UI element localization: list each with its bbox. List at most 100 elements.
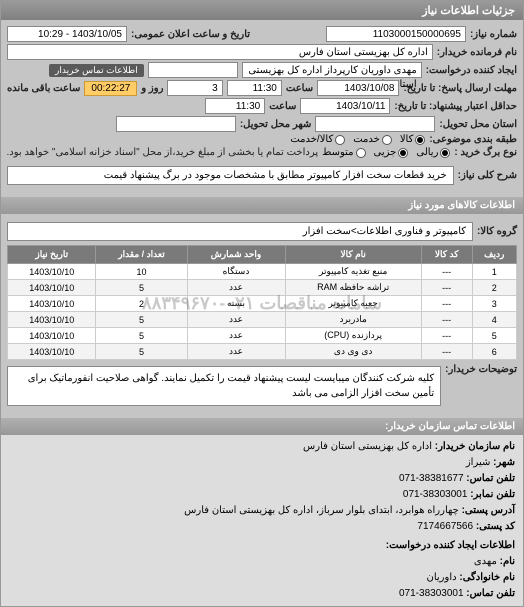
announce-label: تاریخ و ساعت اعلان عمومی:	[131, 29, 250, 40]
c-org-label: نام سازمان خریدار:	[435, 441, 515, 452]
table-cell: جعبه کامپیوتر	[285, 296, 421, 312]
table-row: 5---پردازنده (CPU)عدد51403/10/10	[8, 328, 517, 344]
purchase-note: پرداخت تمام یا بخشی از مبلغ خرید،از محل …	[7, 147, 319, 158]
purchase-type-label: نوع برگ خرید :	[454, 147, 517, 158]
time-remaining-label: ساعت باقی مانده	[7, 83, 80, 94]
pkg-radio-3[interactable]	[335, 135, 345, 145]
buyer-notes-label: توضیحات خریدار:	[445, 364, 517, 375]
table-cell: مادربرد	[285, 312, 421, 328]
pkg-radio-1[interactable]	[415, 135, 425, 145]
table-cell: 1403/10/10	[8, 344, 96, 360]
days-remaining-label: روز و	[141, 83, 163, 94]
validity-time: 11:30	[205, 98, 265, 114]
table-cell: 4	[472, 312, 517, 328]
packaging-radio-group: کالا خدمت کالا/خدمت	[290, 134, 425, 145]
time-label-2: ساعت	[269, 101, 296, 112]
description-value: خرید قطعات سخت افزار کامپیوتر مطابق با م…	[7, 166, 454, 185]
days-remaining: 3	[167, 80, 222, 96]
c-phone: 38381677-071	[399, 473, 464, 484]
goods-group-value: کامپیوتر و فناوری اطلاعات>سخت افزار	[7, 222, 473, 241]
c-fax-label: تلفن نمابر:	[470, 489, 515, 500]
validity-date: 1403/10/11	[300, 98, 390, 114]
table-cell: ---	[421, 312, 472, 328]
table-cell: دستگاه	[187, 264, 285, 280]
c-address: چهارراه هوابرد، ابتدای بلوار سرباز، ادار…	[184, 505, 459, 516]
pkg-radio-2[interactable]	[382, 135, 392, 145]
request-no-value: 1103000150000695	[326, 26, 466, 42]
table-cell: 10	[96, 264, 187, 280]
pkg-opt2: خدمت	[353, 134, 380, 145]
table-cell: عدد	[187, 344, 285, 360]
table-row: 2---تراشه حافظه RAMعدد51403/10/10	[8, 280, 517, 296]
table-cell: 1403/10/10	[8, 296, 96, 312]
pt-opt2: جزیی	[374, 147, 397, 158]
pkg-opt1: کالا	[400, 134, 414, 145]
table-cell: ---	[421, 280, 472, 296]
deadline-label: مهلت ارسال پاسخ: تا تاریخ:	[403, 83, 517, 94]
table-cell: 5	[472, 328, 517, 344]
c-address-label: آدرس پستی:	[462, 505, 515, 516]
table-header: تعداد / مقدار	[96, 246, 187, 264]
requester-extra	[148, 62, 238, 78]
table-cell: ---	[421, 344, 472, 360]
pt-radio-3[interactable]	[356, 148, 366, 158]
delivery-city-label: شهر محل تحویل:	[240, 119, 312, 130]
c-city: شیراز	[466, 457, 491, 468]
table-cell: 2	[96, 296, 187, 312]
c-family: داوریان	[427, 572, 457, 583]
table-cell: تراشه حافظه RAM	[285, 280, 421, 296]
table-cell: 5	[96, 280, 187, 296]
c-postal-label: کد پستی:	[476, 521, 515, 532]
table-header: تاریخ نیاز	[8, 246, 96, 264]
goods-table: ردیفکد کالانام کالاواحد شمارشتعداد / مقد…	[7, 245, 517, 360]
pt-radio-1[interactable]	[440, 148, 450, 158]
contact-section-title: اطلاعات تماس سازمان خریدار:	[1, 418, 523, 435]
table-cell: ---	[421, 264, 472, 280]
c-creator-title: اطلاعات ایجاد کننده درخواست:	[9, 538, 515, 554]
pt-opt1: ریالی	[416, 147, 438, 158]
c-org: اداره کل بهزیستی استان فارس	[303, 441, 432, 452]
purchase-type-radio-group: ریالی جزیی متوسط	[322, 147, 450, 158]
table-row: 4---مادربردعدد51403/10/10	[8, 312, 517, 328]
table-header: واحد شمارش	[187, 246, 285, 264]
table-cell: 1	[472, 264, 517, 280]
table-cell: 6	[472, 344, 517, 360]
time-label-1: ساعت	[286, 83, 313, 94]
table-cell: 5	[96, 312, 187, 328]
table-cell: عدد	[187, 280, 285, 296]
validity-label: حداقل اعتبار پیشنهاد: تا تاریخ:	[394, 101, 517, 112]
contact-buyer-button[interactable]: اطلاعات تماس خریدار	[49, 64, 144, 77]
time-remaining: 00:22:27	[84, 81, 137, 96]
c-cphone: 38303001-071	[399, 588, 464, 599]
table-row: 3---جعبه کامپیوتربسته21403/10/10	[8, 296, 517, 312]
table-cell: 2	[472, 280, 517, 296]
deadline-date: 1403/10/08	[317, 80, 399, 96]
buyer-notes-value: کلیه شرکت کنندگان میبایست لیست پیشنهاد ق…	[7, 366, 441, 406]
table-row: 1---منبع تغذیه کامپیوتردستگاه101403/10/1…	[8, 264, 517, 280]
c-name-label: نام:	[500, 556, 515, 567]
c-family-label: نام خانوادگی:	[459, 572, 515, 583]
table-cell: پردازنده (CPU)	[285, 328, 421, 344]
table-header: نام کالا	[285, 246, 421, 264]
goods-group-label: گروه کالا:	[477, 226, 517, 237]
pt-radio-2[interactable]	[398, 148, 408, 158]
request-no-label: شماره نیاز:	[470, 29, 517, 40]
table-cell: عدد	[187, 328, 285, 344]
c-phone-label: تلفن تماس:	[466, 473, 515, 484]
page-header: جزئیات اطلاعات نیاز	[1, 1, 523, 20]
table-cell: ---	[421, 296, 472, 312]
table-cell: 3	[472, 296, 517, 312]
table-cell: 5	[96, 344, 187, 360]
packaging-label: طبقه بندی موضوعی:	[429, 134, 517, 145]
description-label: شرح کلی نیاز:	[458, 170, 517, 181]
c-cphone-label: تلفن تماس:	[466, 588, 515, 599]
table-cell: 1403/10/10	[8, 328, 96, 344]
table-cell: 1403/10/10	[8, 312, 96, 328]
table-cell: 1403/10/10	[8, 280, 96, 296]
table-header: کد کالا	[421, 246, 472, 264]
requester-value: مهدی داوریان کارپرداز اداره کل بهزیستی ا…	[242, 62, 422, 78]
table-cell: عدد	[187, 312, 285, 328]
c-fax: 38303001-071	[403, 489, 468, 500]
delivery-province-label: استان محل تحویل:	[439, 119, 517, 130]
table-cell: بسته	[187, 296, 285, 312]
